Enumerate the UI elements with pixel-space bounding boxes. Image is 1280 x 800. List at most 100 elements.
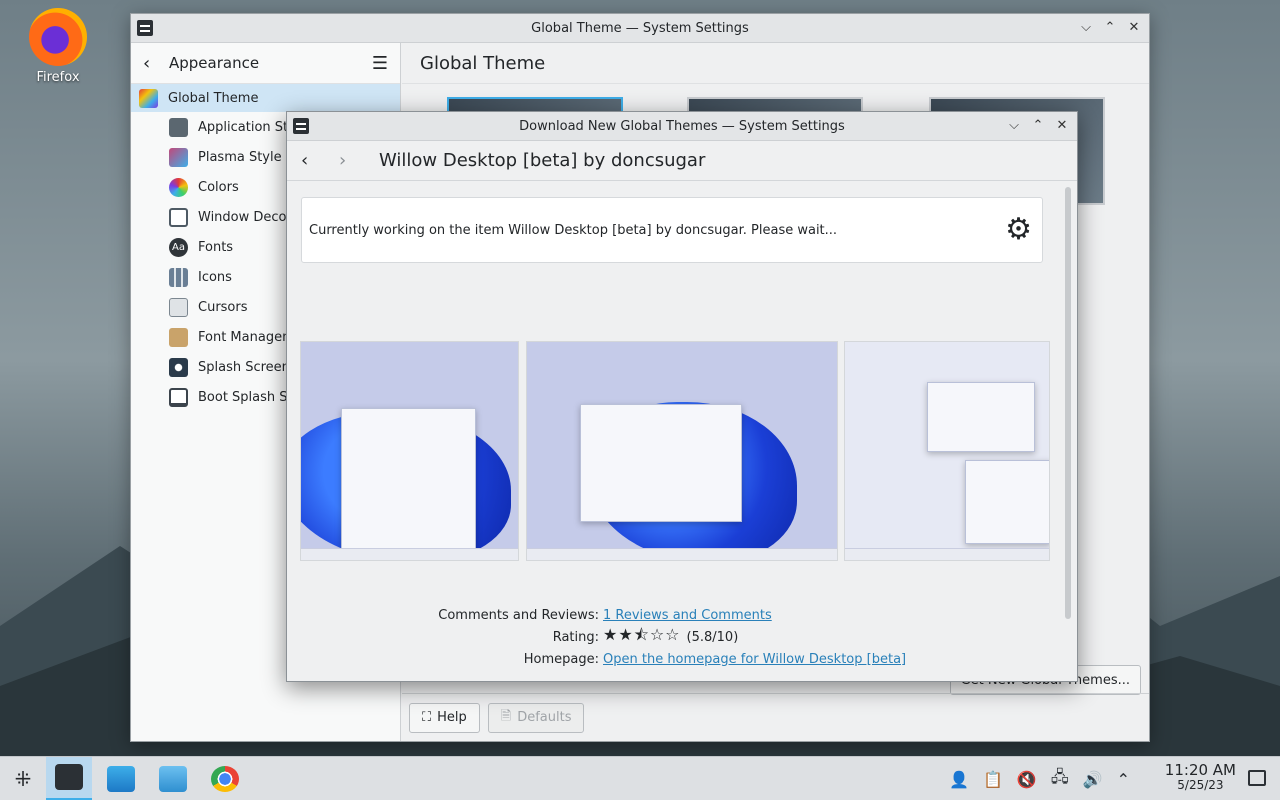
sidebar-item-label: Icons: [198, 269, 232, 285]
screenshot-strip: [300, 341, 1050, 561]
main-window-title: Global Theme — System Settings: [531, 20, 749, 36]
file-manager-preview: [580, 404, 742, 522]
preview-screenshot[interactable]: [844, 341, 1050, 561]
desktop-icon-label: Firefox: [36, 70, 80, 85]
sidebar-item-global-theme[interactable]: Global Theme: [131, 84, 400, 112]
preview-screenshot[interactable]: [300, 341, 519, 561]
dialog-nav-bar: ‹ › Willow Desktop [beta] by doncsugar: [287, 141, 1077, 181]
window-preview: [965, 460, 1049, 544]
help-icon: ⛶: [422, 710, 432, 725]
comments-row: Comments and Reviews: 1 Reviews and Comm…: [287, 604, 1077, 626]
desktop-icon-firefox[interactable]: Firefox: [22, 8, 94, 85]
system-tray: 👤 📋 🔇 🖧 🔊 ⌃: [949, 757, 1130, 800]
comments-link[interactable]: 1 Reviews and Comments: [603, 608, 772, 623]
firefox-icon: [29, 8, 87, 66]
chrome-icon: [211, 765, 239, 792]
preview-taskbar: [845, 548, 1049, 560]
sidebar-item-label: Window Decor: [198, 209, 292, 225]
help-button[interactable]: ⛶ Help: [409, 702, 480, 733]
taskbar-chrome[interactable]: [202, 757, 248, 800]
scrollbar[interactable]: [1065, 187, 1071, 619]
rating-stars: ★★⯪☆☆: [603, 624, 681, 644]
defaults-button[interactable]: 🗎 Defaults: [487, 702, 585, 733]
show-desktop-icon[interactable]: [1248, 770, 1266, 786]
clock[interactable]: 11:20 AM 5/25/23: [1165, 763, 1236, 793]
homepage-label: Homepage:: [523, 651, 599, 667]
defaults-icon: 🗎: [500, 708, 512, 724]
cursors-icon: [169, 297, 188, 317]
hamburger-menu-icon[interactable]: ☰: [372, 53, 388, 74]
back-arrow-icon[interactable]: ‹: [143, 53, 165, 74]
minimize-icon[interactable]: ⌵: [1077, 19, 1095, 37]
network-icon[interactable]: 🖧: [1051, 766, 1069, 793]
close-icon[interactable]: ✕: [1125, 19, 1143, 37]
minimize-icon[interactable]: ⌵: [1005, 117, 1023, 135]
status-text: Currently working on the item Willow Des…: [309, 222, 838, 238]
footer-bar: ⛶ Help 🗎 Defaults: [402, 693, 1149, 741]
clock-date: 5/25/23: [1177, 778, 1224, 792]
maximize-icon[interactable]: ⌃: [1029, 117, 1047, 135]
close-icon[interactable]: ✕: [1053, 117, 1071, 135]
back-arrow-icon[interactable]: ‹: [301, 150, 339, 171]
taskbar-system-settings[interactable]: [46, 756, 92, 800]
muted-microphone-icon[interactable]: 🔇: [1017, 770, 1037, 789]
dialog-title: Download New Global Themes — System Sett…: [519, 118, 845, 134]
help-button-label: Help: [437, 710, 467, 725]
splash-screen-icon: [169, 357, 188, 377]
download-themes-dialog: Download New Global Themes — System Sett…: [286, 111, 1078, 682]
window-preview: [927, 382, 1035, 452]
window-decorations-icon: [169, 207, 188, 227]
sidebar-item-label: Cursors: [198, 299, 248, 315]
clock-time: 11:20 AM: [1164, 761, 1236, 779]
page-title: Global Theme: [402, 43, 1149, 84]
rating-label: Rating:: [552, 629, 599, 645]
colors-icon: [169, 177, 188, 197]
maximize-icon[interactable]: ⌃: [1101, 19, 1119, 37]
font-management-icon: [169, 327, 188, 347]
settings-app-icon[interactable]: [293, 118, 309, 134]
plasma-style-icon: [169, 147, 188, 167]
status-message-box: Currently working on the item Willow Des…: [301, 197, 1043, 263]
taskbar: ⁜ 👤 📋 🔇 🖧 🔊 ⌃ 11:20 AM 5/25/23: [0, 756, 1280, 800]
main-titlebar[interactable]: Global Theme — System Settings ⌵ ⌃ ✕: [131, 14, 1149, 43]
gear-icon: ⚙: [1005, 212, 1032, 247]
application-launcher-icon[interactable]: ⁜: [0, 757, 46, 800]
taskbar-discover[interactable]: [98, 757, 144, 800]
item-details: Comments and Reviews: 1 Reviews and Comm…: [287, 604, 1077, 670]
folder-icon: [159, 765, 187, 792]
forward-arrow-icon[interactable]: ›: [339, 150, 377, 171]
sidebar-item-label: Colors: [198, 179, 239, 195]
comments-label: Comments and Reviews:: [438, 607, 599, 623]
sidebar-item-label: Boot Splash Sc: [198, 389, 295, 405]
sidebar-item-label: Fonts: [198, 239, 234, 255]
discover-store-icon: [107, 765, 135, 792]
sidebar-item-label: Plasma Style: [198, 149, 282, 165]
preview-taskbar: [527, 548, 837, 560]
icons-icon: [169, 267, 188, 287]
system-settings-icon: [55, 764, 83, 790]
item-heading: Willow Desktop [beta] by doncsugar: [379, 150, 706, 171]
sidebar-back-label[interactable]: Appearance: [169, 54, 372, 72]
boot-splash-icon: [169, 387, 188, 407]
rating-row: Rating: ★★⯪☆☆ (5.8/10): [287, 624, 1077, 648]
homepage-row: Homepage: Open the homepage for Willow D…: [287, 648, 1077, 670]
homepage-link[interactable]: Open the homepage for Willow Desktop [be…: [603, 652, 906, 667]
rating-value: (5.8/10): [686, 629, 739, 645]
user-icon[interactable]: 👤: [949, 770, 969, 789]
sidebar-item-label: Application Sty: [198, 119, 296, 135]
sidebar-item-label: Global Theme: [168, 90, 259, 106]
taskbar-dolphin[interactable]: [150, 757, 196, 800]
application-style-icon: [169, 117, 188, 137]
preview-screenshot[interactable]: [526, 341, 838, 561]
clipboard-icon[interactable]: 📋: [983, 770, 1003, 789]
global-theme-icon: [139, 88, 158, 108]
sidebar-item-label: Splash Screen: [198, 359, 290, 375]
sidebar-header: ‹ Appearance ☰: [131, 43, 400, 84]
dialog-titlebar[interactable]: Download New Global Themes — System Sett…: [287, 112, 1077, 141]
start-menu-preview: [341, 408, 476, 550]
settings-app-icon[interactable]: [137, 20, 153, 36]
chevron-up-icon[interactable]: ⌃: [1117, 770, 1130, 789]
fonts-icon: Aa: [169, 237, 188, 257]
volume-icon[interactable]: 🔊: [1083, 770, 1103, 789]
defaults-button-label: Defaults: [517, 710, 572, 725]
